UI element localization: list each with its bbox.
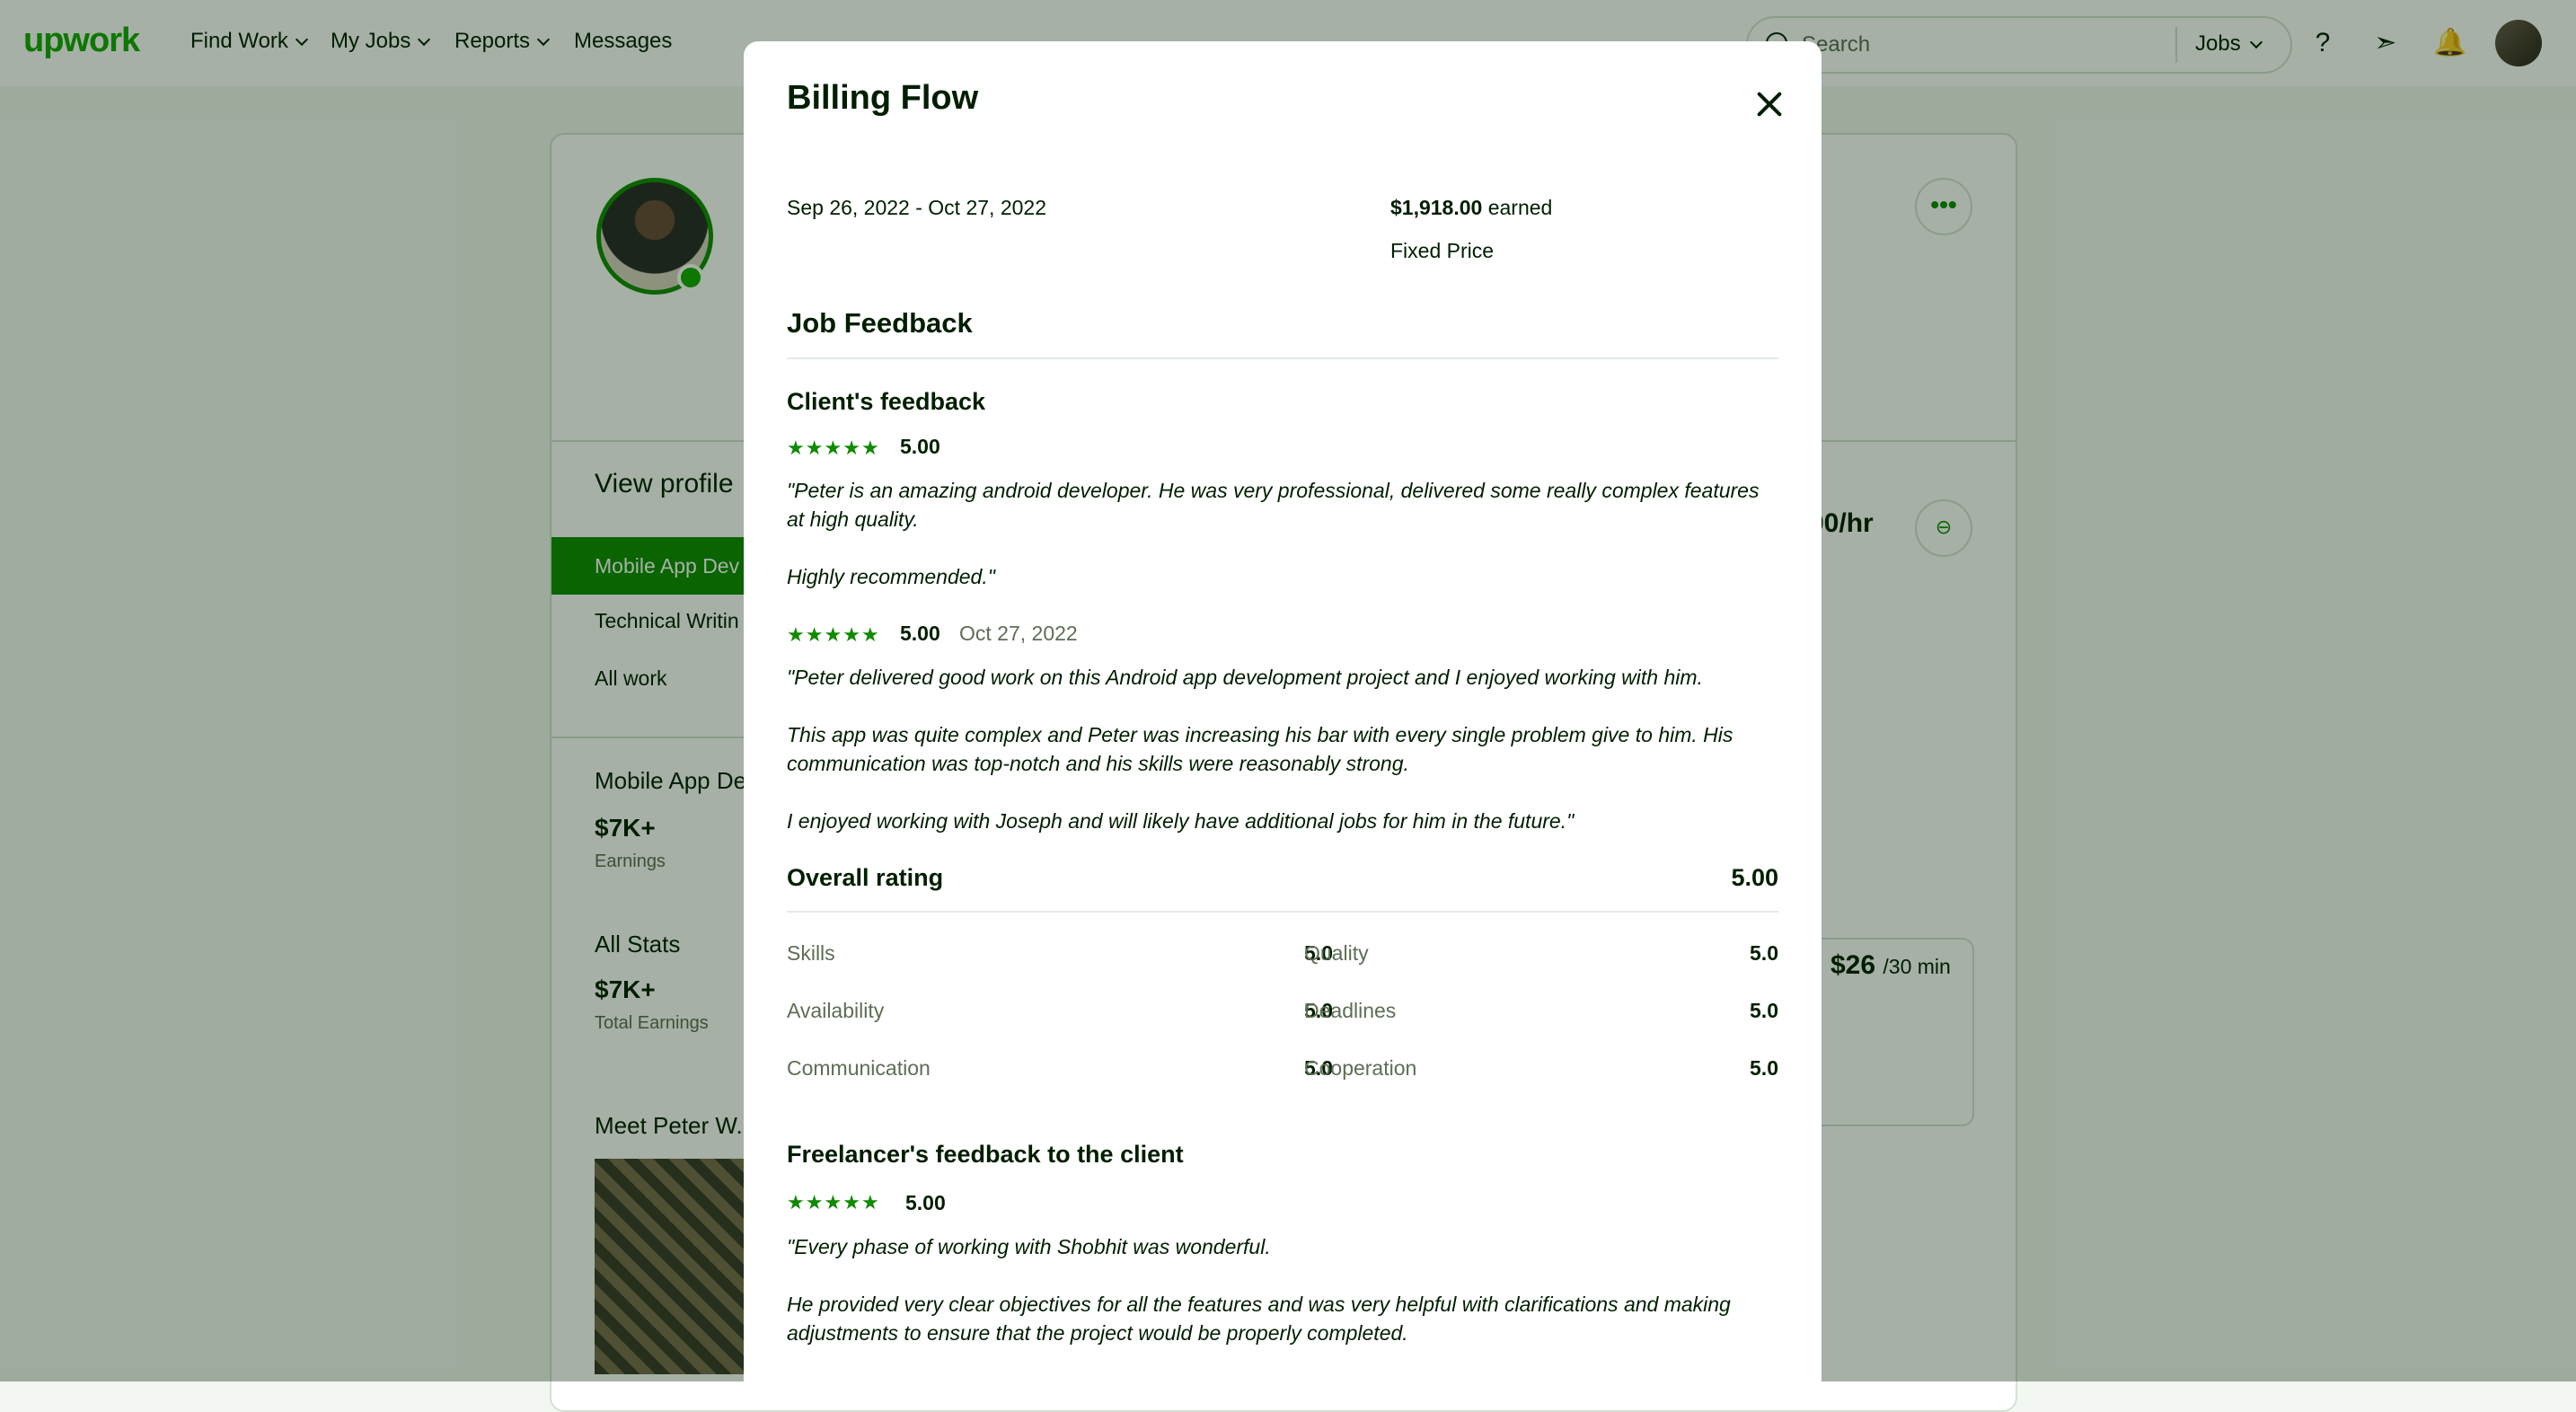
star-rating: ★★★★★	[787, 625, 880, 645]
sub-rating-label: Cooperation	[1304, 1056, 1417, 1080]
sub-rating-label: Quality	[1304, 941, 1369, 965]
sub-rating-label: Deadlines	[1304, 999, 1397, 1022]
sub-rating-label: Communication	[787, 1056, 931, 1080]
contract-type: Fixed Price	[1390, 239, 1495, 262]
sub-rating-label: Skills	[787, 941, 835, 965]
divider	[787, 357, 1778, 359]
star-icon: ★	[842, 623, 860, 646]
review-rating-value: 5.00	[900, 435, 940, 458]
star-rating: ★★★★★	[787, 438, 880, 458]
job-feedback-heading: Job Feedback	[787, 307, 973, 339]
client-feedback-heading: Client's feedback	[787, 388, 985, 415]
overall-rating-label: Overall rating	[787, 864, 944, 891]
review-text: This app was quite complex and Peter was…	[787, 723, 1734, 775]
divider	[787, 911, 1778, 913]
earned-summary: $1,918.00 earned	[1390, 196, 1552, 220]
star-icon: ★	[860, 623, 879, 646]
review-text: Highly recommended."	[787, 565, 995, 588]
star-icon: ★	[805, 437, 824, 459]
star-icon: ★	[824, 1191, 842, 1213]
billing-flow-modal: Billing Flow Sep 26, 2022 - Oct 27, 2022…	[744, 41, 1822, 1389]
sub-rating-label: Availability	[787, 999, 885, 1022]
freelancer-feedback-heading: Freelancer's feedback to the client	[787, 1141, 1184, 1168]
contract-date-range: Sep 26, 2022 - Oct 27, 2022	[787, 196, 1046, 219]
sub-rating-value: 5.0	[1750, 1056, 1778, 1080]
star-icon: ★	[805, 623, 824, 646]
overall-rating-value: 5.00	[1731, 864, 1778, 891]
review-text: I enjoyed working with Joseph and will l…	[787, 809, 1575, 833]
review-date: Oct 27, 2022	[959, 622, 1078, 645]
earned-label: earned	[1487, 196, 1553, 219]
star-icon: ★	[787, 437, 805, 459]
review-text: "Peter is an amazing android developer. …	[787, 479, 1760, 531]
star-rating: ★★★★★	[787, 1193, 880, 1213]
freelancer-rating-value: 5.00	[905, 1191, 946, 1214]
review-text: "Peter delivered good work on this Andro…	[787, 666, 1703, 689]
star-icon: ★	[860, 437, 879, 459]
sub-rating-value: 5.0	[1750, 999, 1778, 1022]
star-icon: ★	[860, 1191, 879, 1213]
star-icon: ★	[842, 1191, 860, 1213]
star-icon: ★	[824, 623, 842, 646]
close-icon[interactable]	[1751, 86, 1787, 122]
star-icon: ★	[805, 1191, 824, 1213]
star-icon: ★	[842, 437, 860, 459]
earned-amount: $1,918.00	[1390, 196, 1483, 219]
review-rating-value: 5.00	[900, 622, 940, 645]
modal-title: Billing Flow	[787, 79, 979, 117]
freelancer-feedback-text: He provided very clear objectives for al…	[787, 1293, 1731, 1345]
star-icon: ★	[824, 437, 842, 459]
freelancer-feedback-text: "Every phase of working with Shobhit was…	[787, 1235, 1271, 1258]
star-icon: ★	[787, 623, 805, 646]
star-icon: ★	[787, 1191, 805, 1213]
sub-rating-value: 5.0	[1750, 941, 1778, 965]
